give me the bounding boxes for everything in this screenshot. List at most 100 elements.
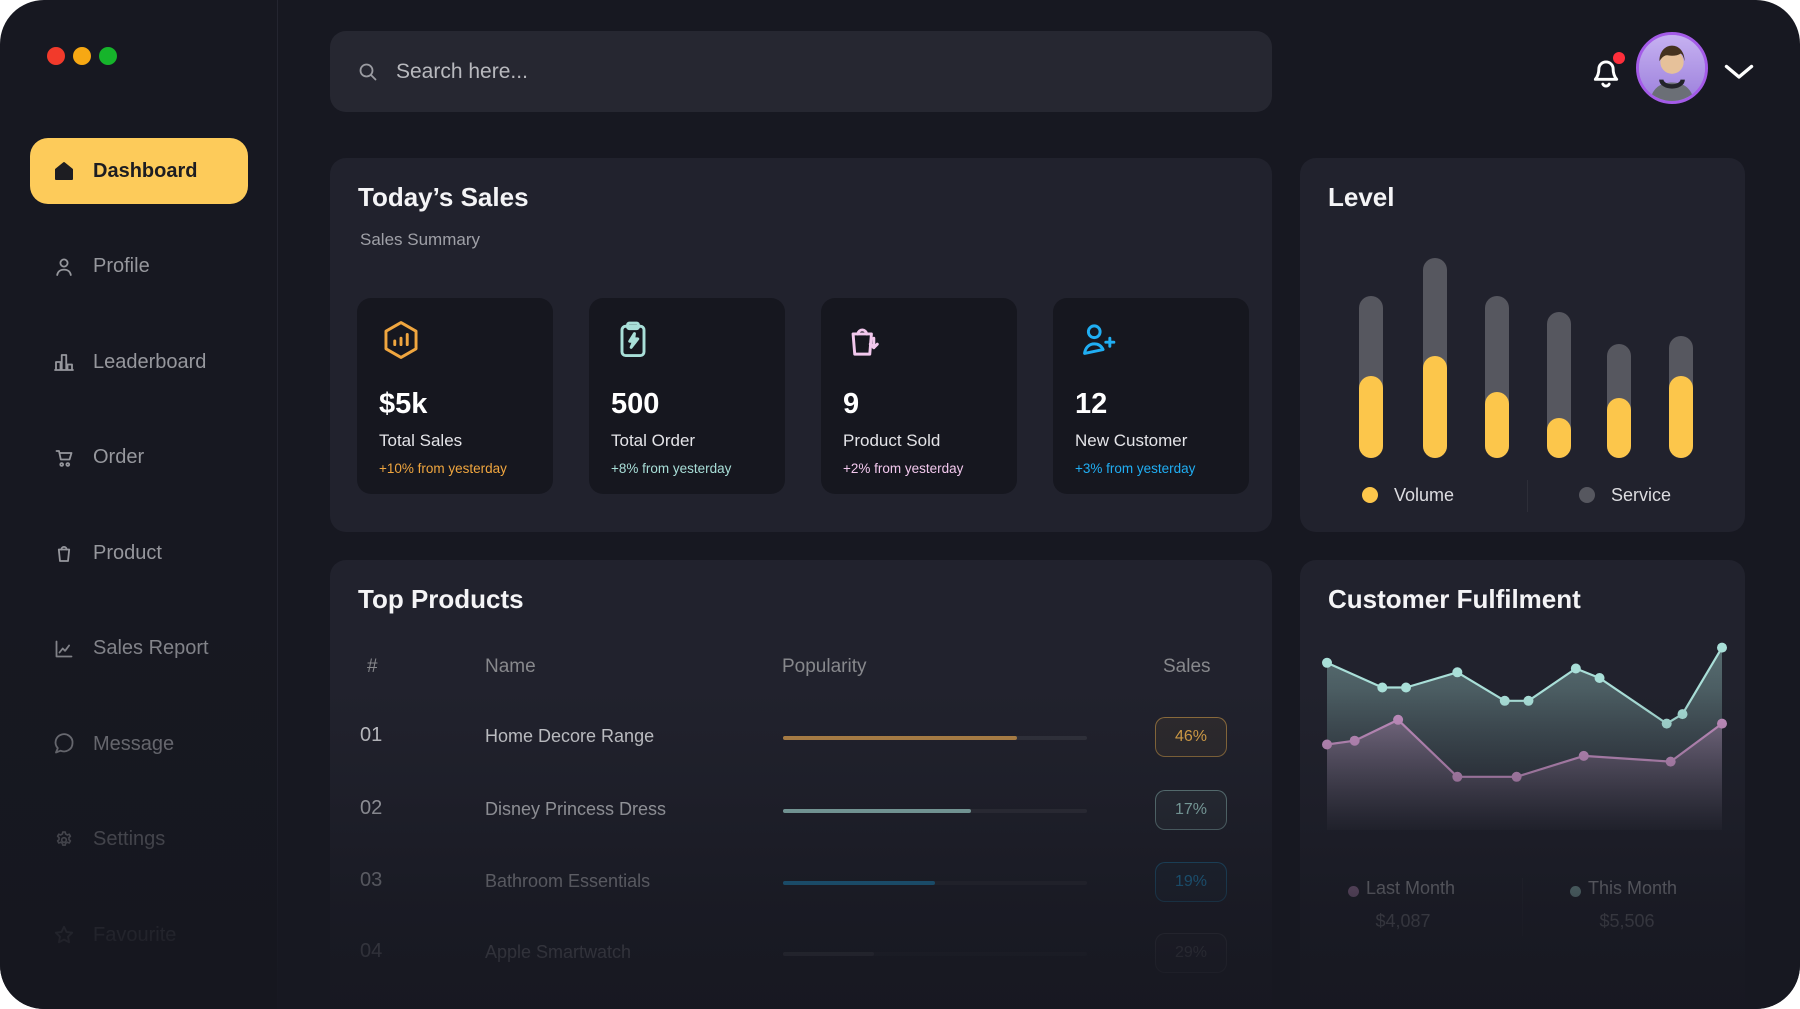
stat-delta: +2% from yesterday [843, 461, 963, 476]
sales-hexagon-icon [379, 318, 423, 362]
stat-label: New Customer [1075, 431, 1187, 451]
stat-card-product-sold[interactable]: 9 Product Sold +2% from yesterday [821, 298, 1017, 494]
sidebar-item-favourite[interactable]: Favourite [30, 902, 248, 968]
chat-icon [52, 732, 76, 756]
sidebar-item-label: Leaderboard [93, 351, 206, 374]
notifications-button[interactable] [1584, 50, 1630, 96]
sidebar-item-label: Order [93, 446, 144, 469]
search-input[interactable] [394, 59, 1246, 85]
home-icon [52, 159, 76, 183]
sidebar-item-leaderboard[interactable]: Leaderboard [30, 329, 248, 395]
sidebar-item-order[interactable]: Order [30, 425, 248, 491]
level-bar-1 [1359, 296, 1383, 458]
legend-divider [1522, 878, 1523, 936]
popularity-bar [783, 736, 1087, 740]
stat-delta: +8% from yesterday [611, 461, 731, 476]
card-title: Level [1328, 182, 1395, 213]
popularity-bar [783, 952, 1087, 956]
sidebar-item-label: Profile [93, 255, 150, 278]
notification-badge [1613, 52, 1625, 64]
last-month-legend-label: Last Month [1366, 878, 1455, 899]
header-sales: Sales [1163, 656, 1211, 678]
sidebar-item-product[interactable]: Product [30, 520, 248, 586]
stat-value: 9 [843, 388, 859, 421]
stat-label: Total Sales [379, 431, 462, 451]
level-bar-3 [1485, 296, 1509, 458]
bars-icon [52, 350, 76, 374]
sales-badge: 29% [1155, 933, 1227, 973]
product-name: Disney Princess Dress [485, 799, 666, 820]
chart-icon [52, 637, 76, 661]
fulfilment-chart [1327, 640, 1722, 830]
level-bar-5 [1607, 344, 1631, 458]
product-name: Bathroom Essentials [485, 871, 650, 892]
product-rank: 02 [360, 797, 382, 820]
product-name: Home Decore Range [485, 726, 654, 747]
product-row-02[interactable]: 02 Disney Princess Dress 17% [330, 788, 1272, 832]
product-row-01[interactable]: 01 Home Decore Range 46% [330, 715, 1272, 759]
search-bar[interactable] [330, 31, 1272, 112]
service-legend-label: Service [1611, 485, 1671, 506]
level-bar-6 [1669, 336, 1693, 458]
stat-delta: +3% from yesterday [1075, 461, 1195, 476]
card-title: Customer Fulfilment [1328, 584, 1581, 615]
last-month-legend-dot [1348, 886, 1359, 897]
this-month-value: $5,506 [1572, 911, 1682, 932]
stat-card-total-order[interactable]: 500 Total Order +8% from yesterday [589, 298, 785, 494]
card-title: Today’s Sales [358, 182, 529, 213]
sidebar-item-message[interactable]: Message [30, 711, 248, 777]
header-rank: # [367, 656, 378, 678]
app-window: Dashboard Profile Leaderboard Order Prod… [0, 0, 1800, 1009]
service-legend-dot [1579, 487, 1595, 503]
stat-value: 500 [611, 388, 659, 421]
user-avatar[interactable] [1636, 32, 1708, 104]
sidebar-item-label: Dashboard [93, 160, 197, 183]
sidebar-item-label: Product [93, 542, 162, 565]
sidebar-item-label: Message [93, 733, 174, 756]
star-icon [52, 923, 76, 947]
header-name: Name [485, 656, 536, 678]
sales-badge: 17% [1155, 790, 1227, 830]
sidebar-nav: Dashboard Profile Leaderboard Order Prod… [0, 0, 277, 1009]
card-subtitle: Sales Summary [360, 230, 480, 250]
sales-badge: 19% [1155, 862, 1227, 902]
sidebar-item-label: Sales Report [93, 637, 209, 660]
last-month-value: $4,087 [1348, 911, 1458, 932]
todays-sales-card: Today’s Sales Sales Summary $5k Total Sa… [330, 158, 1272, 532]
stats-row: $5k Total Sales +10% from yesterday 500 … [357, 298, 1249, 494]
stat-value: $5k [379, 388, 427, 421]
chevron-down-icon[interactable] [1724, 64, 1754, 80]
sidebar-item-label: Settings [93, 828, 165, 851]
customer-add-icon [1075, 318, 1119, 362]
product-row-03[interactable]: 03 Bathroom Essentials 19% [330, 860, 1272, 904]
card-title: Top Products [358, 584, 524, 615]
sales-badge: 46% [1155, 717, 1227, 757]
order-clipboard-icon [611, 318, 655, 362]
cart-icon [52, 446, 76, 470]
sidebar-item-dashboard[interactable]: Dashboard [30, 138, 248, 204]
user-icon [52, 255, 76, 279]
stat-label: Total Order [611, 431, 695, 451]
sidebar-item-settings[interactable]: Settings [30, 807, 248, 873]
popularity-bar [783, 881, 1087, 885]
gear-icon [52, 828, 76, 852]
product-row-04[interactable]: 04 Apple Smartwatch 29% [330, 931, 1272, 975]
stat-card-new-customer[interactable]: 12 New Customer +3% from yesterday [1053, 298, 1249, 494]
sidebar-item-label: Favourite [93, 924, 176, 947]
customer-fulfilment-card: Customer Fulfilment Last Month $4,087 Th… [1300, 560, 1745, 1009]
sidebar-item-sales-report[interactable]: Sales Report [30, 616, 248, 682]
level-card: Level Volume Service [1300, 158, 1745, 532]
stat-label: Product Sold [843, 431, 940, 451]
avatar-image [1639, 35, 1705, 101]
product-name: Apple Smartwatch [485, 942, 631, 963]
legend-divider [1527, 480, 1528, 512]
this-month-legend-label: This Month [1588, 878, 1677, 899]
bag-icon [52, 541, 76, 565]
volume-legend-label: Volume [1394, 485, 1454, 506]
search-icon [356, 60, 380, 84]
sidebar-item-profile[interactable]: Profile [30, 234, 248, 300]
volume-legend-dot [1362, 487, 1378, 503]
product-rank: 01 [360, 724, 382, 747]
stat-card-total-sales[interactable]: $5k Total Sales +10% from yesterday [357, 298, 553, 494]
level-bar-4 [1547, 312, 1571, 458]
